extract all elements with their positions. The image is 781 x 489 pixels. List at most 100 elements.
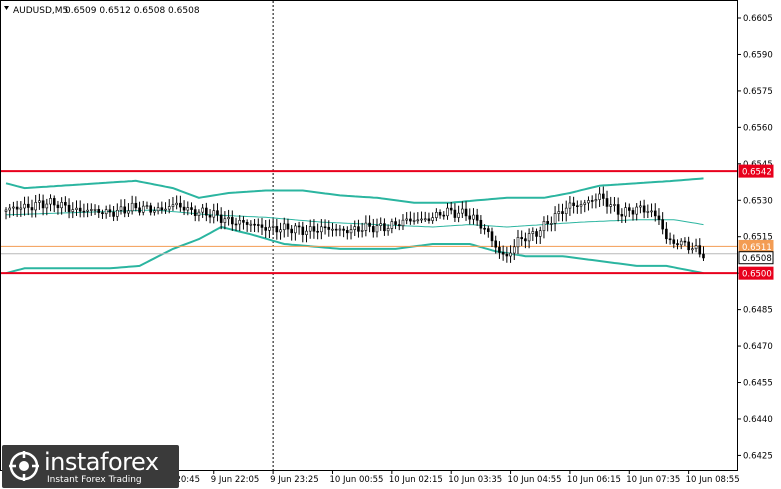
candle-body — [668, 238, 672, 241]
candle-body — [642, 205, 646, 213]
ohlc-values: 0.6509 0.6512 0.6508 0.6508 — [65, 6, 200, 16]
candle-body — [101, 212, 104, 215]
candle-body — [49, 198, 52, 205]
x-tick-label: 9 Jun 23:25 — [270, 475, 319, 485]
candle-body — [71, 209, 75, 212]
candle-body — [661, 219, 664, 230]
candle-body — [371, 226, 375, 233]
candle-body — [138, 207, 141, 213]
candle-body — [134, 202, 138, 209]
candle-body — [60, 202, 63, 209]
candle-body — [620, 214, 624, 217]
candle-body — [153, 210, 156, 213]
candle-body — [505, 253, 509, 257]
candle-body — [8, 207, 12, 211]
candle-body — [449, 207, 453, 211]
candle-body — [527, 233, 531, 242]
candle-body — [19, 207, 23, 210]
candle-body — [116, 209, 119, 217]
instaforex-mark-icon — [9, 451, 39, 481]
candle-body — [672, 239, 676, 244]
y-tick-label: 0.6440 — [743, 415, 773, 425]
candle-body — [231, 217, 234, 225]
candle-body — [627, 207, 631, 211]
candle-body — [238, 220, 242, 225]
level-tag-upper-text: 0.6542 — [742, 168, 772, 178]
candle-body — [698, 245, 702, 255]
candle-body — [186, 207, 190, 211]
candle-body — [679, 240, 683, 246]
candle-body — [349, 229, 353, 234]
candle-body — [435, 211, 438, 218]
candle-body — [26, 203, 30, 208]
candle-body — [594, 199, 598, 202]
candle-body — [427, 218, 431, 221]
candle-body — [242, 220, 245, 223]
candle-body — [56, 204, 60, 209]
candle-body — [342, 228, 345, 231]
candle-body — [264, 227, 268, 231]
chart-header: AUDUSD,M5 0.6509 0.6512 0.6508 0.6508 — [4, 6, 200, 16]
candle-body — [423, 218, 427, 221]
candle-body — [90, 209, 93, 211]
candle-body — [383, 223, 386, 232]
candle-body — [197, 211, 201, 216]
candle-body — [553, 213, 557, 224]
candle-body — [323, 226, 327, 229]
x-tick-label: 10 Jun 02:15 — [389, 475, 443, 485]
x-tick-label: 10 Jun 07:35 — [626, 475, 680, 485]
candle-body — [268, 226, 271, 231]
candle-body — [160, 207, 164, 211]
candle-body — [401, 219, 405, 227]
candle-body — [119, 206, 123, 211]
candle-body — [453, 209, 457, 218]
candle-body — [182, 206, 186, 211]
candle-body — [357, 226, 360, 232]
candle-body — [386, 228, 390, 232]
candle-body — [297, 225, 301, 228]
candle-body — [550, 223, 553, 225]
candle-body — [52, 198, 56, 206]
candle-body — [67, 204, 71, 212]
candle-body — [78, 207, 82, 212]
candle-body — [260, 224, 264, 228]
x-tick-label: 10 Jun 03:35 — [448, 475, 502, 485]
candle-body — [635, 206, 639, 215]
candle-body — [271, 226, 275, 228]
candle-body — [446, 207, 449, 217]
candle-body — [650, 210, 653, 213]
candle-body — [494, 240, 498, 248]
candle-body — [171, 204, 175, 207]
candle-body — [564, 207, 568, 214]
candle-body — [375, 225, 379, 233]
candle-body — [205, 207, 208, 216]
candle-body — [216, 210, 219, 216]
y-tick-label: 0.6530 — [743, 196, 773, 206]
candle-body — [327, 226, 331, 230]
instaforex-logo: instaforex Instant Forex Trading — [2, 445, 179, 488]
candle-body — [486, 228, 490, 232]
candle-body — [193, 209, 197, 216]
candle-body — [464, 208, 468, 217]
candle-body — [34, 202, 37, 211]
candle-body — [353, 226, 357, 230]
candle-body — [683, 240, 687, 243]
candle-body — [631, 210, 635, 215]
candle-body — [156, 207, 160, 212]
candle-body — [624, 207, 627, 217]
candle-body — [394, 221, 397, 225]
candle-body — [691, 248, 694, 251]
candle-body — [12, 206, 15, 209]
candle-body — [41, 200, 45, 209]
candle-body — [561, 211, 564, 214]
candle-body — [179, 202, 182, 208]
candle-body — [501, 252, 505, 255]
candle-body — [412, 220, 416, 222]
candle-body — [598, 193, 601, 200]
candle-body — [572, 202, 575, 206]
x-tick-label: 10 Jun 00:55 — [329, 475, 383, 485]
candle-body — [334, 228, 338, 231]
y-tick-label: 0.6470 — [743, 342, 773, 352]
x-tick-label: 10 Jun 06:15 — [567, 475, 621, 485]
price-chart[interactable]: 0.66050.65900.65750.65600.65450.65300.65… — [0, 0, 781, 489]
